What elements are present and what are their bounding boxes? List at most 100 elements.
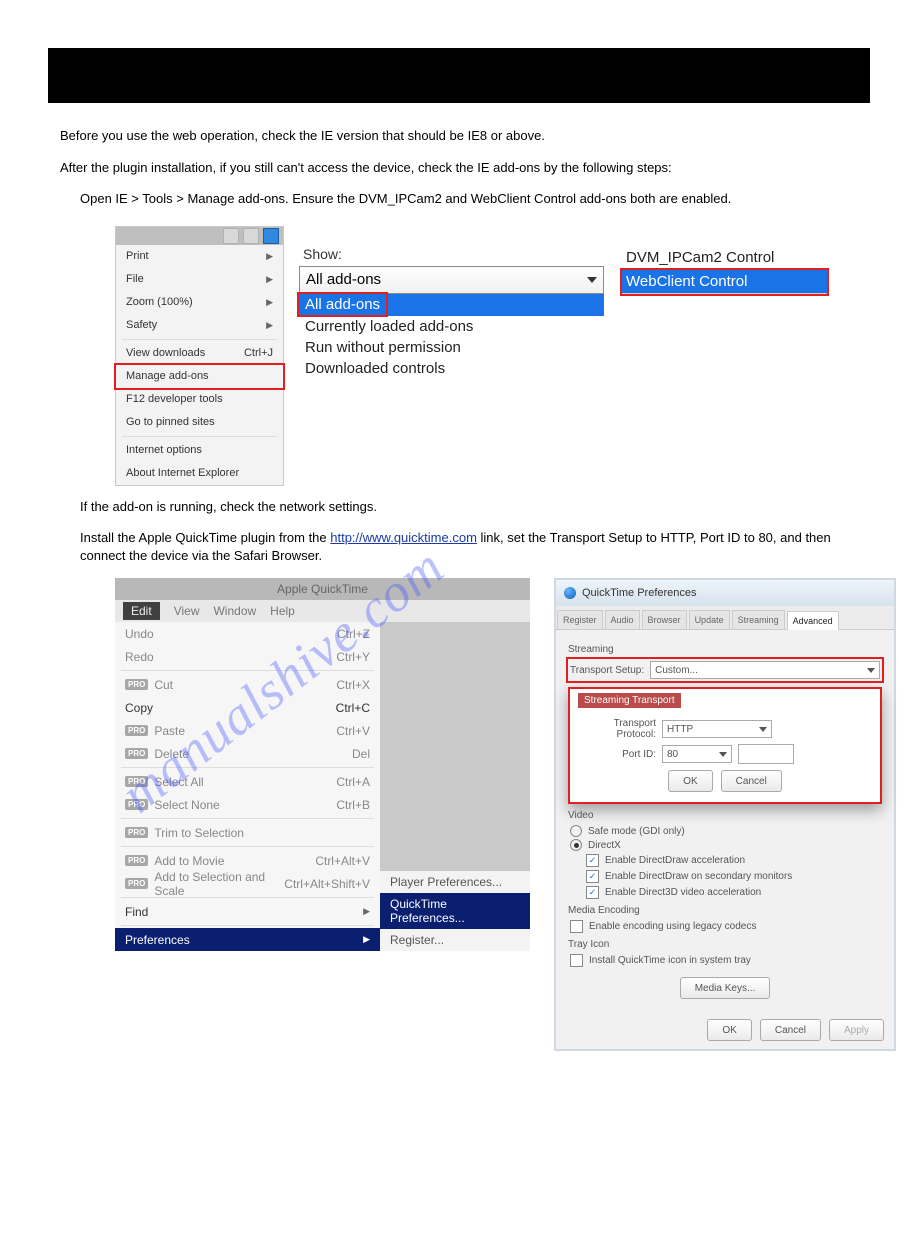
chevron-down-icon <box>719 752 727 757</box>
port-id-label: Port ID: <box>578 749 656 760</box>
menu-label: Print <box>126 250 149 262</box>
menu-pinned-sites[interactable]: Go to pinned sites <box>116 411 283 434</box>
group-video: Video <box>568 810 882 821</box>
transport-protocol-select[interactable]: HTTP <box>662 720 772 738</box>
favorites-icon[interactable] <box>243 228 259 244</box>
menu-f12[interactable]: F12 developer tools <box>116 388 283 411</box>
para-4: If the add-on is running, check the netw… <box>80 498 858 516</box>
chk-tray-icon[interactable]: Install QuickTime icon in system tray <box>570 954 882 967</box>
dialog-apply-button[interactable]: Apply <box>829 1019 884 1041</box>
menu-manage-addons[interactable]: Manage add-ons <box>116 365 283 388</box>
chevron-right-icon: ▶ <box>266 251 273 262</box>
sub-player-prefs[interactable]: Player Preferences... <box>380 871 530 893</box>
menu-about-ie[interactable]: About Internet Explorer <box>116 462 283 485</box>
option-downloaded-controls[interactable]: Downloaded controls <box>299 358 604 379</box>
select-value: All add-ons <box>306 271 381 288</box>
menu-safety[interactable]: Safety▶ <box>116 314 283 337</box>
menu-edit[interactable]: Edit <box>123 602 160 620</box>
mi-cut: PROCutCtrl+X <box>115 673 380 696</box>
nested-title: Streaming Transport <box>578 693 681 708</box>
tab-advanced[interactable]: Advanced <box>787 611 839 630</box>
tab-update[interactable]: Update <box>689 610 730 629</box>
ok-button[interactable]: OK <box>668 770 712 792</box>
mi-select-none: PROSelect NoneCtrl+B <box>115 793 380 816</box>
home-icon[interactable] <box>223 228 239 244</box>
para-1: Before you use the web operation, check … <box>60 127 858 145</box>
mi-delete: PRODeleteDel <box>115 742 380 765</box>
quicktime-link[interactable]: http://www.quicktime.com <box>330 530 477 545</box>
tab-browser[interactable]: Browser <box>642 610 687 629</box>
menu-shortcut: Ctrl+J <box>244 347 273 359</box>
chk-directdraw[interactable]: ✓Enable DirectDraw acceleration <box>586 854 882 867</box>
text: Install the Apple QuickTime plugin from … <box>80 530 330 545</box>
radio-directx[interactable]: DirectX <box>570 839 882 851</box>
option-all-addons[interactable]: All add-ons <box>299 294 386 315</box>
option-currently-loaded[interactable]: Currently loaded add-ons <box>299 316 604 337</box>
menu-label: View downloads <box>126 347 205 359</box>
chk-legacy-codecs[interactable]: Enable encoding using legacy codecs <box>570 920 882 933</box>
radio-label: DirectX <box>588 840 621 851</box>
menu-view-downloads[interactable]: View downloads Ctrl+J <box>116 342 283 365</box>
menu-label: About Internet Explorer <box>126 467 239 479</box>
menu-zoom[interactable]: Zoom (100%)▶ <box>116 291 283 314</box>
sub-qt-prefs[interactable]: QuickTime Preferences... <box>380 893 530 929</box>
chevron-down-icon <box>587 277 597 283</box>
radio-safe-mode[interactable]: Safe mode (GDI only) <box>570 825 882 837</box>
tab-register[interactable]: Register <box>557 610 603 629</box>
chk-directdraw-secondary[interactable]: ✓Enable DirectDraw on secondary monitors <box>586 870 882 883</box>
option-run-without-permission[interactable]: Run without permission <box>299 337 604 358</box>
tab-audio[interactable]: Audio <box>605 610 640 629</box>
mi-trim: PROTrim to Selection <box>115 821 380 844</box>
chevron-right-icon: ▶ <box>363 934 370 945</box>
chk-direct3d[interactable]: ✓Enable Direct3D video acceleration <box>586 886 882 899</box>
radio-label: Safe mode (GDI only) <box>588 826 685 837</box>
transport-setup-select[interactable]: Custom... <box>650 661 880 679</box>
cancel-button[interactable]: Cancel <box>721 770 782 792</box>
menu-label: Safety <box>126 319 157 331</box>
chevron-down-icon <box>759 727 767 732</box>
mi-copy[interactable]: CopyCtrl+C <box>115 696 380 719</box>
addon-row-ipcam[interactable]: DVM_IPCam2 Control <box>622 246 827 270</box>
menu-view[interactable]: View <box>174 604 200 618</box>
select-value: HTTP <box>667 724 693 735</box>
menu-label: F12 developer tools <box>126 393 223 405</box>
ie-tools-menu: Print▶ File▶ Zoom (100%)▶ Safety▶ View d… <box>115 226 284 486</box>
show-label: Show: <box>303 246 604 262</box>
header-bar <box>48 48 870 103</box>
port-id-select[interactable]: 80 <box>662 745 732 763</box>
chk-label: Enable encoding using legacy codecs <box>589 921 756 932</box>
addon-row-webclient[interactable]: WebClient Control <box>622 270 827 294</box>
select-value: Custom... <box>655 665 698 676</box>
menu-print[interactable]: Print ▶ <box>116 245 283 268</box>
dialog-titlebar: QuickTime Preferences <box>556 580 894 606</box>
media-keys-button[interactable]: Media Keys... <box>680 977 771 999</box>
transport-protocol-label: Transport Protocol: <box>578 718 656 740</box>
select-value: 80 <box>667 749 678 760</box>
port-id-input[interactable] <box>738 744 794 764</box>
gear-icon[interactable] <box>263 228 279 244</box>
quicktime-icon <box>564 587 576 599</box>
mi-preferences[interactable]: Preferences▶ <box>115 928 380 951</box>
chk-label: Enable DirectDraw acceleration <box>605 855 745 866</box>
prefs-submenu: Player Preferences... QuickTime Preferen… <box>380 871 530 951</box>
group-tray: Tray Icon <box>568 939 882 950</box>
mi-find[interactable]: Find▶ <box>115 900 380 923</box>
qt-window-title: Apple QuickTime <box>115 578 530 600</box>
menu-help[interactable]: Help <box>270 604 295 618</box>
menu-label: Internet options <box>126 444 202 456</box>
tab-streaming[interactable]: Streaming <box>732 610 785 629</box>
chk-label: Install QuickTime icon in system tray <box>589 955 751 966</box>
show-select[interactable]: All add-ons <box>299 266 604 294</box>
dialog-cancel-button[interactable]: Cancel <box>760 1019 821 1041</box>
chevron-right-icon: ▶ <box>266 297 273 308</box>
menu-internet-options[interactable]: Internet options <box>116 439 283 462</box>
menu-file[interactable]: File▶ <box>116 268 283 291</box>
ie-toolbar <box>116 227 283 245</box>
menu-window[interactable]: Window <box>213 604 256 618</box>
mi-add-scale: PROAdd to Selection and ScaleCtrl+Alt+Sh… <box>115 872 380 895</box>
transport-setup-label: Transport Setup: <box>570 665 644 676</box>
dialog-ok-button[interactable]: OK <box>707 1019 751 1041</box>
sub-register[interactable]: Register... <box>380 929 530 951</box>
mi-paste: PROPasteCtrl+V <box>115 719 380 742</box>
streaming-transport-dialog: Streaming Transport Transport Protocol: … <box>568 687 882 804</box>
